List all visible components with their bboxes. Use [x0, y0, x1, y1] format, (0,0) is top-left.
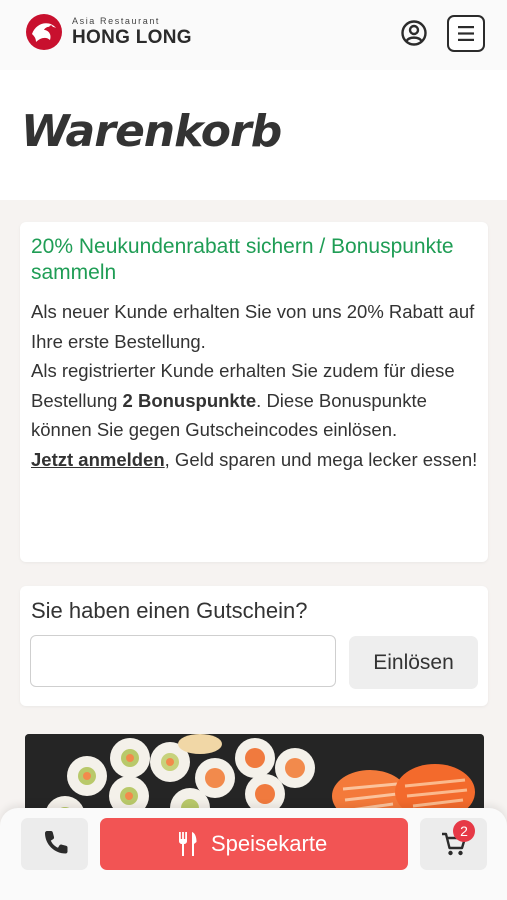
phone-icon — [45, 831, 68, 854]
logo-subtitle: Asia Restaurant — [72, 16, 161, 26]
page-title: Warenkorb — [21, 106, 282, 157]
promo-text: Als neuer Kunde erhalten Sie von uns 20%… — [31, 297, 481, 474]
voucher-code-input[interactable] — [30, 635, 336, 687]
bottom-action-bar: Speisekarte 2 — [0, 808, 507, 900]
dragon-logo-icon — [26, 14, 62, 50]
bonus-points: 2 Bonuspunkte — [122, 389, 257, 411]
site-header: Asia Restaurant HONG LONG — [0, 0, 507, 70]
hamburger-menu-icon — [458, 26, 474, 41]
restaurant-logo[interactable]: Asia Restaurant HONG LONG — [24, 12, 194, 54]
menu-card-button[interactable]: Speisekarte — [100, 818, 408, 870]
promo-card: 20% Neukundenrabatt sichern / Bonuspunkt… — [20, 222, 488, 562]
menu-button[interactable] — [447, 15, 485, 52]
title-section: Warenkorb — [0, 70, 507, 200]
cart-count-badge: 2 — [453, 820, 475, 842]
logo-name: HONG LONG — [72, 27, 192, 48]
redeem-button[interactable]: Einlösen — [349, 636, 478, 689]
call-button[interactable] — [21, 818, 88, 870]
voucher-card: Sie haben einen Gutschein? Einlösen — [20, 586, 488, 706]
promo-line-new-customer: Als neuer Kunde erhalten Sie von uns 20%… — [31, 301, 475, 352]
account-button[interactable] — [398, 17, 430, 49]
voucher-label: Sie haben einen Gutschein? — [31, 598, 308, 623]
menu-card-label: Speisekarte — [211, 831, 328, 856]
account-circle-icon — [401, 20, 427, 46]
promo-heading: 20% Neukundenrabatt sichern / Bonuspunkt… — [31, 235, 454, 284]
promo-line-cta: , Geld sparen und mega lecker essen! — [164, 448, 478, 470]
login-link[interactable]: Jetzt anmelden — [31, 449, 165, 470]
fork-knife-icon — [179, 832, 197, 856]
